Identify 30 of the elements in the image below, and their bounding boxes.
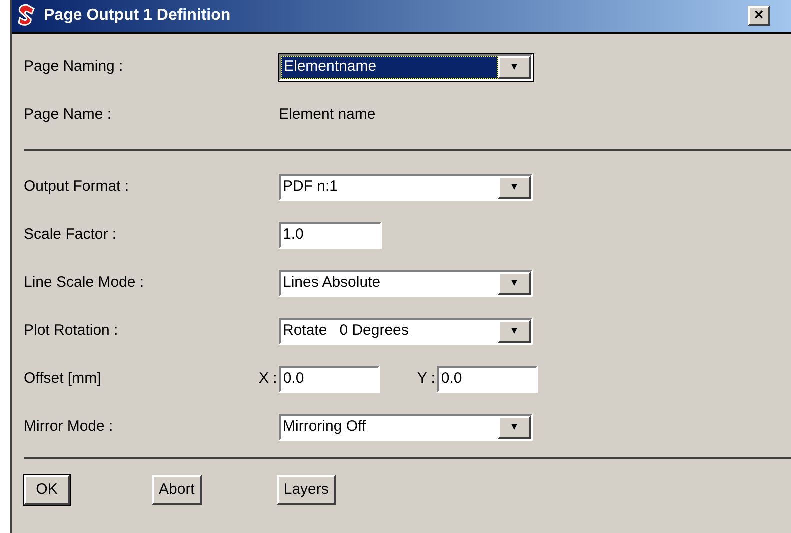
input-field[interactable]: 0.0 (279, 366, 380, 392)
field-label: Plot Rotation : (24, 320, 120, 341)
field-label: Mirror Mode : (24, 416, 114, 437)
dropdown[interactable]: Mirroring Off ▼ (279, 414, 533, 440)
dropdown-arrow-button[interactable]: ▼ (498, 176, 531, 198)
dialog-button[interactable]: Abort (152, 475, 202, 505)
dialog-button[interactable]: Layers (276, 475, 336, 505)
app-logo-icon (16, 4, 38, 28)
dropdown[interactable]: Elementname ▼ (279, 54, 533, 80)
field-label: Scale Factor : (24, 224, 118, 245)
field-label: Page Naming : (24, 56, 124, 77)
dropdown[interactable]: PDF n:1 ▼ (279, 174, 533, 200)
field-label: Page Name : (24, 104, 113, 125)
dropdown-arrow-button[interactable]: ▼ (498, 272, 531, 294)
dropdown-arrow-button[interactable]: ▼ (498, 56, 531, 78)
field-label: Y : (417, 368, 436, 389)
dialog-button[interactable]: OK (24, 475, 70, 505)
field-label: Offset [mm] (24, 368, 102, 389)
input-field[interactable]: 1.0 (279, 222, 382, 248)
dropdown-arrow-button[interactable]: ▼ (498, 416, 531, 438)
dropdown[interactable]: Lines Absolute ▼ (279, 270, 533, 296)
close-button[interactable]: × (748, 6, 770, 26)
field-value: Element name (279, 104, 376, 125)
dropdown[interactable]: Rotate 0 Degrees ▼ (279, 318, 533, 344)
dropdown-arrow-button[interactable]: ▼ (498, 320, 531, 342)
field-label: Line Scale Mode : (24, 272, 146, 293)
input-field[interactable]: 0.0 (437, 366, 538, 392)
window-title: Page Output 1 Definition (44, 6, 231, 26)
field-label: Output Format : (24, 176, 130, 197)
field-label: X : (259, 368, 278, 389)
